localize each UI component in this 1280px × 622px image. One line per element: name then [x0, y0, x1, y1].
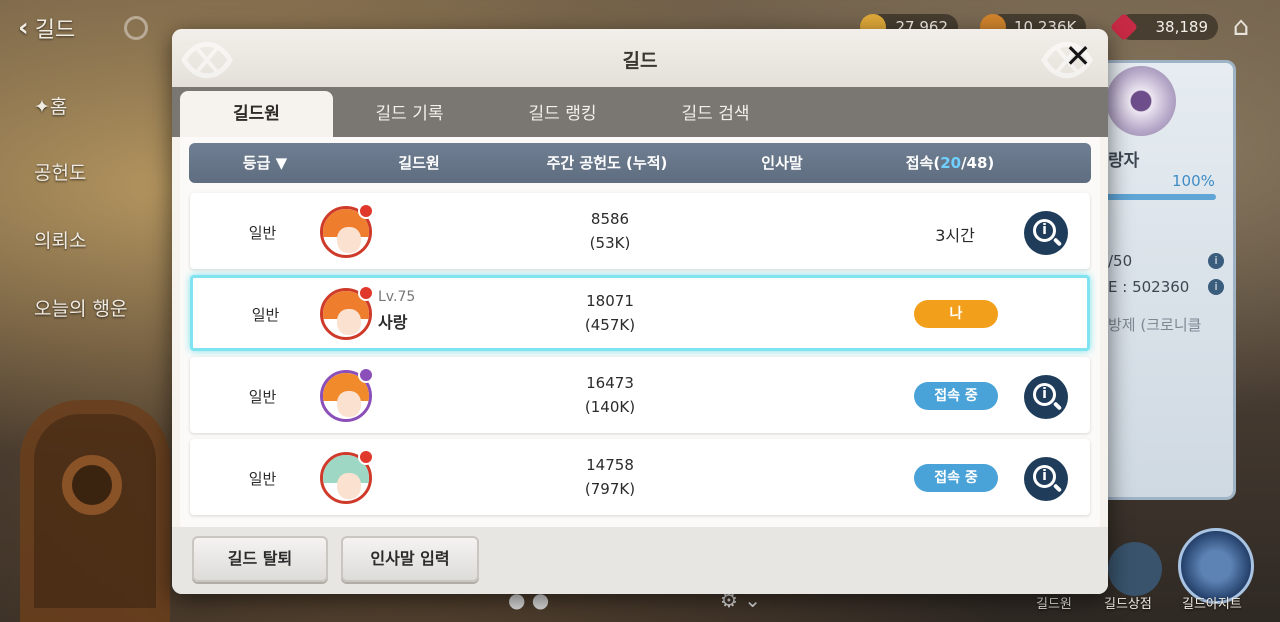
- currency-gem[interactable]: 38,189: [1109, 12, 1218, 42]
- column-login: 접속(20/48): [905, 154, 995, 172]
- table-row-me[interactable]: 일반 Lv.75 사랑 18071 (457K) 나: [190, 275, 1090, 351]
- table-row[interactable]: 일반 8586 (53K) 3시간 i: [190, 193, 1090, 269]
- sort-down-icon: ▼: [275, 154, 288, 172]
- close-icon[interactable]: ✕: [1060, 39, 1096, 75]
- side-menu-daily-luck[interactable]: 오늘의 행운: [34, 294, 127, 321]
- column-greeting: 인사말: [761, 154, 803, 172]
- online-status-badge: 접속 중: [914, 382, 998, 410]
- guild-progress-bar: [1106, 194, 1216, 200]
- column-rank-sort[interactable]: 등급 ▼: [189, 143, 341, 183]
- element-badge-icon: [358, 285, 374, 301]
- tab-guild-ranking[interactable]: 길드 랭킹: [486, 91, 639, 137]
- guild-modal: 길드 ✕ 길드원 길드 기록 길드 랭킹 길드 검색 등급 ▼ 길드원 주간 공…: [172, 29, 1108, 594]
- settings-gear-icon[interactable]: [124, 16, 148, 40]
- member-rank: 일반: [248, 388, 277, 406]
- weekly-contribution: 18071 (457K): [584, 292, 636, 334]
- guild-notice-partial: 방제 (크로니클: [1108, 316, 1202, 334]
- online-status-badge: 접속 중: [914, 464, 998, 492]
- magnifier-info-icon: i: [1033, 383, 1056, 406]
- magnifier-info-icon: i: [1033, 219, 1056, 242]
- background-chair-ornament: [62, 455, 122, 515]
- element-badge-icon: [358, 449, 374, 465]
- home-icon[interactable]: ⌂: [1226, 12, 1256, 42]
- inspect-member-button[interactable]: i: [1024, 375, 1068, 419]
- enter-greeting-button[interactable]: 인사말 입력: [341, 536, 479, 582]
- table-row[interactable]: 일반 16473 (140K) 접속 중 i: [190, 357, 1090, 433]
- member-rank: 일반: [251, 306, 280, 324]
- modal-title: 길드: [622, 50, 658, 72]
- me-badge: 나: [914, 300, 998, 328]
- online-count: 20: [940, 154, 962, 172]
- side-menu-contribution[interactable]: 공헌도: [34, 158, 86, 185]
- tab-guild-members[interactable]: 길드원: [180, 91, 333, 137]
- bottom-label-shop[interactable]: 길드상점: [1104, 593, 1152, 612]
- weekly-contribution: 14758 (797K): [584, 456, 636, 498]
- bottom-label-members[interactable]: 길드원: [1036, 593, 1072, 612]
- magnifier-info-icon: i: [1033, 465, 1056, 488]
- tab-guild-records[interactable]: 길드 기록: [333, 91, 486, 137]
- side-menu-requests[interactable]: 의뢰소: [34, 226, 86, 253]
- guild-exp-partial: E : 502360: [1108, 278, 1190, 296]
- guild-emblem-icon: [1106, 66, 1176, 136]
- back-label: 길드: [34, 18, 76, 43]
- guild-name-partial: 랑자: [1108, 151, 1140, 171]
- leave-guild-button[interactable]: 길드 탈퇴: [192, 536, 328, 582]
- element-badge-icon: [358, 367, 374, 383]
- info-icon[interactable]: i: [1208, 279, 1224, 295]
- member-name: 사랑: [378, 313, 408, 332]
- side-menu-home[interactable]: ✦홈: [34, 92, 67, 119]
- member-rank: 일반: [248, 224, 277, 242]
- guild-members-partial: /50: [1108, 252, 1133, 270]
- guild-shop-basket-icon[interactable]: [1108, 542, 1162, 596]
- info-icon[interactable]: i: [1208, 253, 1224, 269]
- column-member: 길드원: [398, 154, 440, 172]
- weekly-contribution: 8586 (53K): [589, 210, 631, 252]
- table-row[interactable]: 일반 14758 (797K) 접속 중 i: [190, 439, 1090, 515]
- bottom-label-hideout[interactable]: 길드아지트: [1182, 593, 1242, 612]
- guild-progress-label: 100%: [1172, 172, 1215, 190]
- member-rank: 일반: [248, 470, 277, 488]
- column-contribution: 주간 공헌도 (누적): [546, 154, 668, 172]
- tab-guild-search[interactable]: 길드 검색: [639, 91, 792, 137]
- inspect-member-button[interactable]: i: [1024, 211, 1068, 255]
- table-header: 등급 ▼ 길드원 주간 공헌도 (누적) 인사말 접속(20/48): [189, 143, 1091, 183]
- weekly-contribution: 16473 (140K): [584, 374, 636, 416]
- member-level: Lv.75: [378, 289, 416, 305]
- last-login: 3시간: [935, 226, 975, 245]
- inspect-member-button[interactable]: i: [1024, 457, 1068, 501]
- chevron-left-icon: ‹: [18, 13, 29, 43]
- element-badge-icon: [358, 203, 374, 219]
- back-button[interactable]: ‹ 길드: [18, 12, 75, 44]
